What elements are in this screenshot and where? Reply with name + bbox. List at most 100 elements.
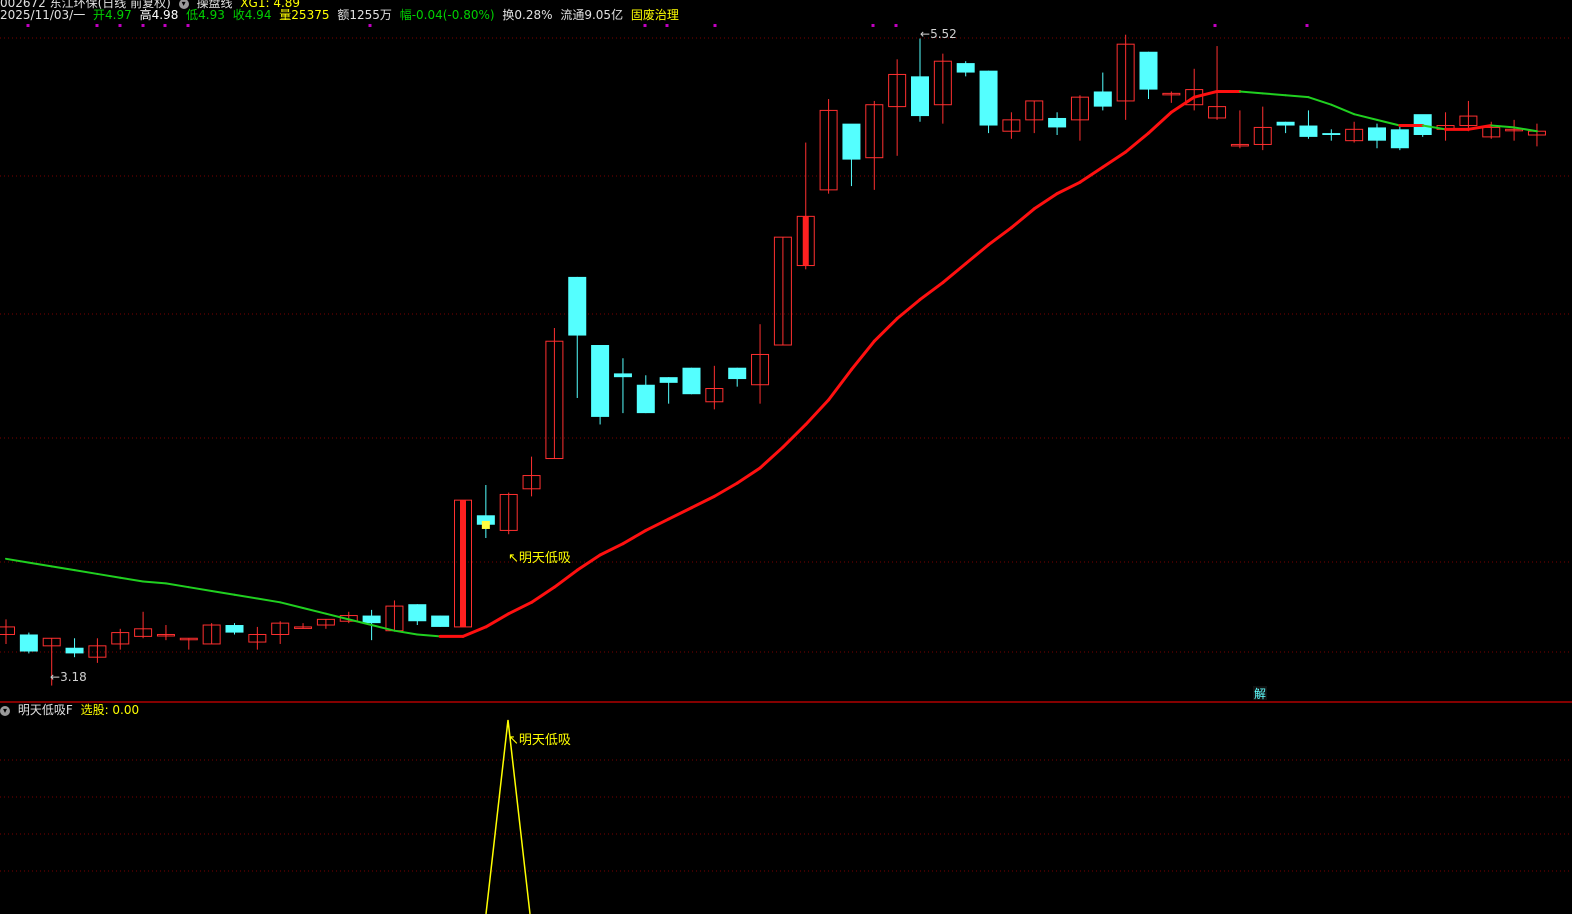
quote-change: 幅-0.04(-0.80%) — [399, 8, 495, 22]
ma-segment — [598, 542, 625, 557]
quote-high: 高4.98 — [139, 8, 179, 22]
candle-body — [19, 634, 38, 652]
signal-marker — [186, 24, 190, 27]
sub-panel-value: 选股: 0.00 — [80, 703, 140, 717]
signal-marker — [141, 24, 145, 27]
ma-segment — [1261, 92, 1287, 97]
ma-segment — [1376, 118, 1401, 127]
ma-segment — [575, 553, 602, 572]
candle-body — [362, 615, 381, 624]
candle-body — [979, 70, 998, 126]
ma-segment — [758, 445, 785, 470]
ma-segment — [302, 606, 327, 615]
ma-segment — [987, 226, 1013, 247]
candle-body — [408, 604, 427, 622]
ma-segment — [416, 633, 442, 638]
candle-body — [1048, 117, 1067, 128]
ma-segment — [849, 339, 876, 372]
signal-label-sub: ↖明天低吸 — [508, 733, 571, 748]
limit-up-mark — [460, 500, 466, 627]
ma-segment — [73, 569, 99, 575]
ma-segment — [119, 576, 145, 583]
candle-body — [1276, 121, 1295, 126]
candle-body — [842, 123, 861, 160]
ma-segment — [804, 398, 831, 426]
ma-segment — [5, 557, 30, 564]
quote-close: 收4.94 — [232, 8, 272, 22]
signal-marker — [871, 24, 875, 27]
ma-segment — [1124, 131, 1150, 154]
dropdown-icon[interactable]: ▾ — [0, 705, 10, 716]
signal-marker — [95, 24, 99, 27]
candle-body — [0, 626, 15, 635]
ma-segment — [1078, 165, 1105, 184]
ma-segment — [735, 466, 762, 485]
ma-segment — [370, 624, 396, 632]
signal-spike — [485, 719, 531, 914]
ma-segment — [552, 568, 579, 589]
candle-body — [728, 367, 747, 380]
candle-body — [636, 384, 655, 414]
grid-lines — [0, 37, 1572, 872]
ma-segment — [233, 593, 259, 600]
limit-up-mark — [802, 216, 809, 266]
quote-float: 流通9.05亿 — [560, 8, 624, 22]
ma-segment — [142, 580, 167, 585]
top-markers — [26, 24, 1309, 27]
ma-segment — [1055, 180, 1082, 196]
ma-segment — [324, 612, 350, 621]
quote-low: 低4.93 — [186, 8, 225, 22]
ma-segment — [530, 585, 556, 604]
ma-segment — [484, 612, 511, 629]
signal-marker — [118, 24, 122, 27]
signal-label-main: ↖明天低吸 — [508, 551, 571, 566]
sub-panel-header: ▾ 明天低吸F 选股: 0.00 — [0, 703, 143, 717]
ma-segment — [941, 262, 968, 285]
ma-segment — [1101, 150, 1128, 169]
candle-body — [431, 615, 450, 627]
candle-body — [591, 345, 610, 417]
candle-body — [1093, 91, 1112, 107]
ma-segment — [1284, 94, 1310, 99]
ma-segment — [50, 565, 76, 572]
ma-segment — [644, 517, 671, 532]
signal-marker — [163, 24, 167, 27]
candle-body — [1390, 129, 1409, 149]
quote-concept[interactable]: 固废治理 — [631, 8, 679, 22]
ma-segment — [827, 368, 853, 402]
quote-date: 2025/11/03/一 — [0, 8, 86, 22]
ma-segment — [1330, 103, 1356, 116]
candle-body — [956, 63, 975, 73]
ma-segment — [1192, 89, 1219, 99]
ma-segment — [872, 317, 899, 343]
candle-body — [613, 373, 632, 378]
ma-segment — [461, 625, 488, 638]
candle-body — [911, 76, 929, 117]
high-label: ←5.52 — [920, 27, 957, 41]
signal-marker — [368, 24, 372, 27]
candle-body — [1368, 127, 1386, 141]
signal-marker — [894, 24, 898, 27]
signal-marker — [713, 24, 717, 27]
ma-segment — [279, 601, 305, 609]
ma-segment — [507, 600, 534, 616]
ma-segment — [256, 597, 282, 604]
ma-segment — [1009, 207, 1036, 230]
ma-segment — [164, 582, 190, 589]
kline-chart[interactable]: ←5.52 ←3.18 ↖明天低吸 ↖明天低吸 解 — [0, 0, 1572, 914]
ma-segment — [781, 422, 808, 449]
ma-line — [5, 89, 1538, 638]
candle-body — [225, 625, 244, 633]
ma-segment — [667, 506, 693, 521]
candle-body — [1299, 125, 1318, 137]
ma-segment — [27, 561, 53, 568]
ma-segment — [964, 243, 991, 266]
jie-icon[interactable]: 解 — [1254, 687, 1266, 701]
ma-segment — [1032, 192, 1059, 211]
sub-panel-name[interactable]: 明天低吸F — [18, 703, 73, 717]
signal-marker — [1213, 24, 1217, 27]
ma-segment — [187, 586, 213, 592]
candles — [0, 34, 1546, 686]
ma-segment — [1353, 113, 1378, 121]
ma-segment — [918, 281, 945, 302]
